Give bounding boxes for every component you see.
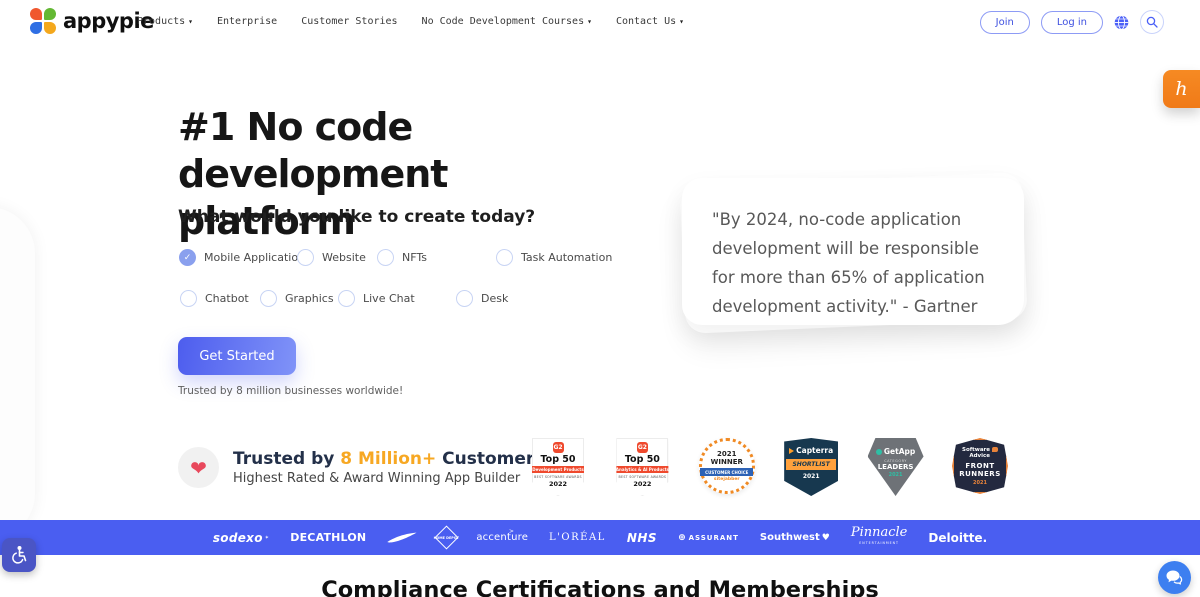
brand-logos-bar: sodexo✶ DECATHLON HOME DEPOT accenture> … — [0, 520, 1200, 555]
accenture-mark-icon: > — [509, 528, 514, 535]
brand-deloitte: Deloitte. — [928, 531, 987, 545]
southwest-heart-icon: ♥ — [822, 533, 830, 543]
header-actions: Join Log in — [980, 10, 1164, 34]
appypie-logo-icon — [30, 8, 56, 34]
appypie-logo[interactable]: appypie — [30, 8, 154, 34]
radio-icon[interactable] — [377, 249, 394, 266]
main-nav: Products ▾ Enterprise Customer Stories N… — [137, 16, 684, 27]
honey-icon: h — [1175, 78, 1187, 100]
brand-home-depot: HOME DEPOT — [435, 525, 459, 549]
logo-petal-green — [44, 8, 56, 20]
live-chat-button[interactable] — [1158, 561, 1191, 594]
assurant-mark-icon: ⊕ — [678, 533, 687, 543]
nav-item-contact-us[interactable]: Contact Us ▾ — [616, 16, 684, 27]
search-button[interactable] — [1140, 10, 1164, 34]
getapp-logo-icon — [876, 449, 882, 455]
sodexo-star-icon: ✶ — [265, 535, 270, 541]
g2-shield: G2 Top 50 Development Products BEST SOFT… — [532, 438, 584, 496]
logo-petal-yellow — [44, 22, 56, 34]
option-chatbot[interactable]: Chatbot — [180, 290, 249, 307]
software-advice-hex: SoftwareAdvice FRONT RUNNERS 2021 — [952, 438, 1008, 494]
brand-decathlon: DECATHLON — [290, 531, 366, 544]
nav-item-products[interactable]: Products ▾ — [137, 16, 193, 27]
honey-extension-tab[interactable]: h — [1163, 70, 1200, 108]
top-navigation-bar: appypie Products ▾ Enterprise Customer S… — [0, 0, 1200, 48]
quote-text: "By 2024, no-code application developmen… — [682, 178, 1024, 325]
trusted-note: Trusted by 8 million businesses worldwid… — [178, 385, 403, 397]
badge-getapp-category-leaders: GetApp CATEGORY LEADERS 2021 — [866, 438, 926, 498]
g2-logo-icon: G2 — [553, 442, 564, 453]
option-live-chat[interactable]: Live Chat — [338, 290, 415, 307]
trusted-title: Trusted by 8 Million+ Customers — [233, 449, 544, 469]
badge-g2-analytics-ai: G2 Top 50 Analytics & AI Products BEST S… — [612, 438, 672, 498]
option-graphics[interactable]: Graphics — [260, 290, 334, 307]
nav-item-no-code-courses[interactable]: No Code Development Courses ▾ — [422, 16, 592, 27]
brand-assurant: ⊕ASSURANT — [678, 533, 739, 543]
capterra-shield: Capterra SHORTLIST 2021 — [784, 438, 838, 496]
brand-pinnacle: PinnacleENTERTAINMENT — [851, 527, 908, 549]
brand-loreal: L'ORÉAL — [549, 532, 606, 543]
radio-icon[interactable] — [456, 290, 473, 307]
nav-item-enterprise[interactable]: Enterprise — [217, 16, 277, 27]
getapp-diamond: GetApp CATEGORY LEADERS 2021 — [868, 438, 924, 496]
brand-nhs: NHS — [627, 531, 657, 545]
gartner-quote-card: "By 2024, no-code application developmen… — [682, 178, 1024, 325]
million-highlight: 8 Million+ — [340, 449, 436, 469]
radio-icon[interactable] — [496, 249, 513, 266]
badge-software-advice-frontrunners: SoftwareAdvice FRONT RUNNERS 2021 — [950, 438, 1010, 498]
decorative-card-shape — [0, 207, 35, 540]
brand-nike — [387, 532, 417, 543]
heart-badge: ❤ — [178, 447, 219, 488]
option-task-automation[interactable]: Task Automation — [496, 249, 612, 266]
badge-g2-development: G2 Top 50 Development Products BEST SOFT… — [528, 438, 588, 498]
radio-icon[interactable] — [180, 290, 197, 307]
option-desk[interactable]: Desk — [456, 290, 508, 307]
login-button[interactable]: Log in — [1041, 11, 1103, 34]
accessibility-button[interactable] — [2, 538, 36, 572]
chat-bubbles-icon — [1166, 570, 1183, 585]
logo-petal-orange — [30, 8, 42, 20]
heart-icon: ❤ — [190, 458, 207, 478]
chevron-down-icon: ▾ — [188, 17, 193, 26]
option-website[interactable]: Website — [297, 249, 366, 266]
search-icon — [1146, 16, 1158, 28]
g2-logo-icon: G2 — [637, 442, 648, 453]
page: appypie Products ▾ Enterprise Customer S… — [0, 0, 1200, 597]
radio-icon[interactable] — [297, 249, 314, 266]
chevron-down-icon: ▾ — [679, 17, 684, 26]
speech-bubble-icon — [992, 447, 998, 452]
radio-icon[interactable] — [338, 290, 355, 307]
award-badges-row: G2 Top 50 Development Products BEST SOFT… — [528, 438, 1010, 500]
logo-petal-blue — [30, 22, 42, 34]
check-icon: ✓ — [184, 253, 192, 263]
badge-sitejabber-winner: 2021 WINNER CUSTOMER CHOICE sitejabber — [697, 438, 757, 498]
badge-capterra-shortlist: Capterra SHORTLIST 2021 — [781, 438, 841, 498]
brand-sodexo: sodexo✶ — [213, 531, 269, 545]
chevron-down-icon: ▾ — [587, 17, 592, 26]
radio-icon[interactable] — [260, 290, 277, 307]
nike-swoosh-icon — [387, 532, 417, 543]
radio-selected-icon[interactable]: ✓ — [179, 249, 196, 266]
brand-southwest: Southwest♥ — [760, 532, 830, 543]
wheelchair-icon — [9, 545, 29, 565]
compliance-section-title: Compliance Certifications and Membership… — [0, 577, 1200, 597]
g2-shield: G2 Top 50 Analytics & AI Products BEST S… — [616, 438, 668, 496]
language-globe-icon[interactable] — [1114, 15, 1129, 30]
nav-item-customer-stories[interactable]: Customer Stories — [301, 16, 397, 27]
laurel-wreath-icon: 2021 WINNER CUSTOMER CHOICE sitejabber — [699, 438, 755, 494]
trusted-subtitle: Highest Rated & Award Winning App Builde… — [233, 471, 520, 486]
brand-accenture: accenture> — [476, 532, 528, 543]
get-started-button[interactable]: Get Started — [178, 337, 296, 375]
hero-subtitle: What would you like to create today? — [178, 207, 535, 227]
join-button[interactable]: Join — [980, 11, 1030, 34]
option-mobile-application[interactable]: ✓ Mobile Application — [179, 249, 305, 266]
option-nfts[interactable]: NFTs — [377, 249, 427, 266]
capterra-logo-icon — [789, 448, 794, 454]
